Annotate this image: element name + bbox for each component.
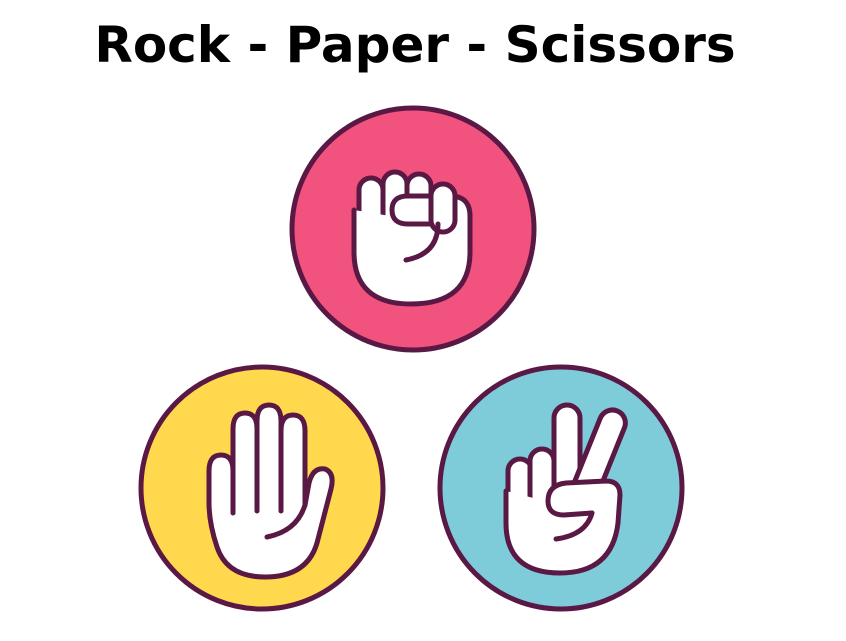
rock-button[interactable]: [288, 104, 538, 354]
peace-hand-icon: [437, 364, 685, 612]
scissors-button[interactable]: [436, 363, 686, 613]
page-title: Rock - Paper - Scissors: [94, 16, 736, 74]
paper-button[interactable]: [137, 363, 387, 613]
open-hand-icon: [138, 364, 386, 612]
fist-icon: [289, 105, 537, 353]
